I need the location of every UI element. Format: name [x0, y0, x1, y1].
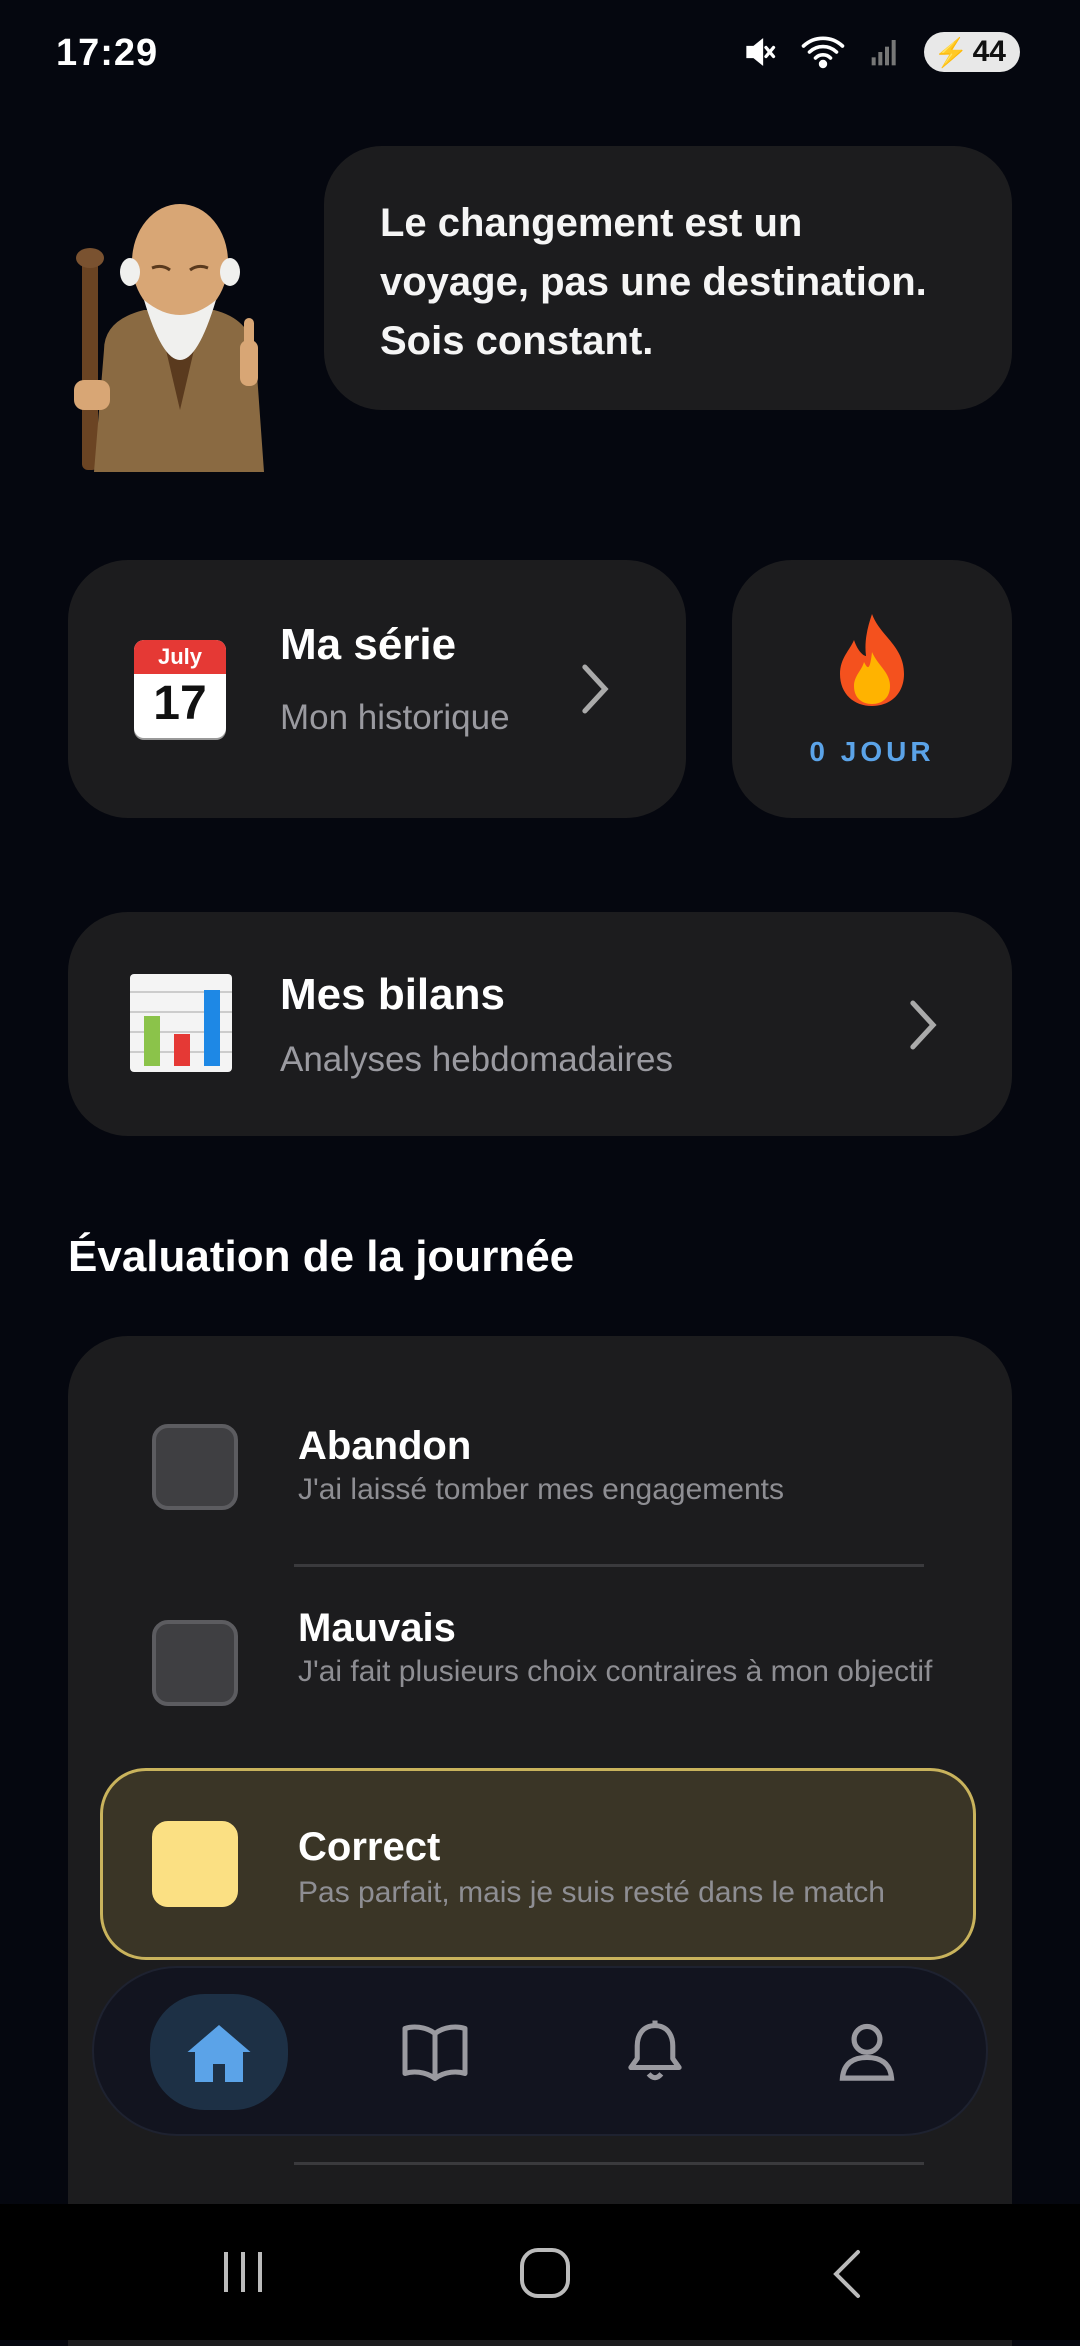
bilans-subtitle: Analyses hebdomadaires [280, 1040, 674, 1079]
home-button-icon[interactable] [518, 2246, 572, 2300]
option-subtitle: Pas parfait, mais je suis resté dans le … [298, 1876, 885, 1909]
bottom-nav [92, 1966, 988, 2136]
bilans-card[interactable]: Mes bilans Analyses hebdomadaires [68, 912, 1012, 1136]
option-subtitle: J'ai laissé tomber mes engagements [298, 1473, 784, 1506]
nav-notifications[interactable] [600, 1996, 710, 2106]
bar-chart-icon [130, 974, 232, 1072]
serie-subtitle: Mon historique [280, 698, 510, 737]
calendar-day: 17 [153, 677, 207, 730]
bell-icon [628, 2020, 682, 2081]
option-title: Abandon [298, 1424, 472, 1468]
divider [294, 2162, 924, 2165]
mute-icon [746, 38, 775, 66]
streak-count: 0 JOUR [809, 736, 935, 767]
chevron-right-icon [582, 664, 609, 714]
status-icons: ⚡ 44 [742, 32, 1020, 72]
profile-icon [839, 2023, 895, 2081]
wifi-icon [801, 36, 845, 69]
streak-card[interactable]: 0 JOUR [732, 560, 1012, 818]
option-subtitle: J'ai fait plusieurs choix contraires à m… [298, 1655, 933, 1688]
serie-title: Ma série [280, 620, 457, 669]
status-bar: 17:29 ⚡ 44 [0, 0, 1080, 110]
bilans-title: Mes bilans [280, 970, 505, 1019]
option-correct[interactable]: Correct Pas parfait, mais je suis resté … [100, 1768, 976, 1960]
serie-card[interactable]: July 17 Ma série Mon historique [68, 560, 686, 818]
chevron-right-icon [910, 1000, 937, 1050]
nav-profile[interactable] [812, 1996, 922, 2106]
calendar-icon: July 17 [134, 640, 226, 738]
option-title: Mauvais [298, 1606, 456, 1650]
option-checkbox[interactable] [152, 1424, 238, 1510]
back-icon[interactable] [828, 2248, 864, 2300]
status-time: 17:29 [56, 32, 159, 74]
home-icon [187, 2025, 251, 2082]
signal-icon [871, 40, 896, 66]
flame-icon [840, 614, 904, 706]
battery-level: 44 [972, 35, 1006, 68]
charging-icon: ⚡ [933, 36, 969, 68]
book-icon [402, 2024, 468, 2081]
nav-home[interactable] [150, 1994, 288, 2110]
mentor-illustration [74, 204, 264, 472]
quote-bubble: Le changement est un voyage, pas une des… [324, 146, 1012, 410]
calendar-month: July [134, 640, 226, 674]
evaluation-panel: Abandon J'ai laissé tomber mes engagemen… [68, 1336, 1012, 2346]
option-checkbox[interactable] [152, 1620, 238, 1706]
recent-apps-icon[interactable] [218, 2250, 268, 2294]
divider [294, 1564, 924, 1567]
nav-journal[interactable] [380, 1996, 490, 2106]
option-title: Correct [298, 1825, 441, 1869]
system-nav-bar [0, 2204, 1080, 2340]
option-checkbox-selected[interactable] [152, 1821, 238, 1907]
battery-indicator: ⚡ 44 [923, 32, 1020, 72]
evaluation-title: Évaluation de la journée [68, 1232, 575, 1281]
